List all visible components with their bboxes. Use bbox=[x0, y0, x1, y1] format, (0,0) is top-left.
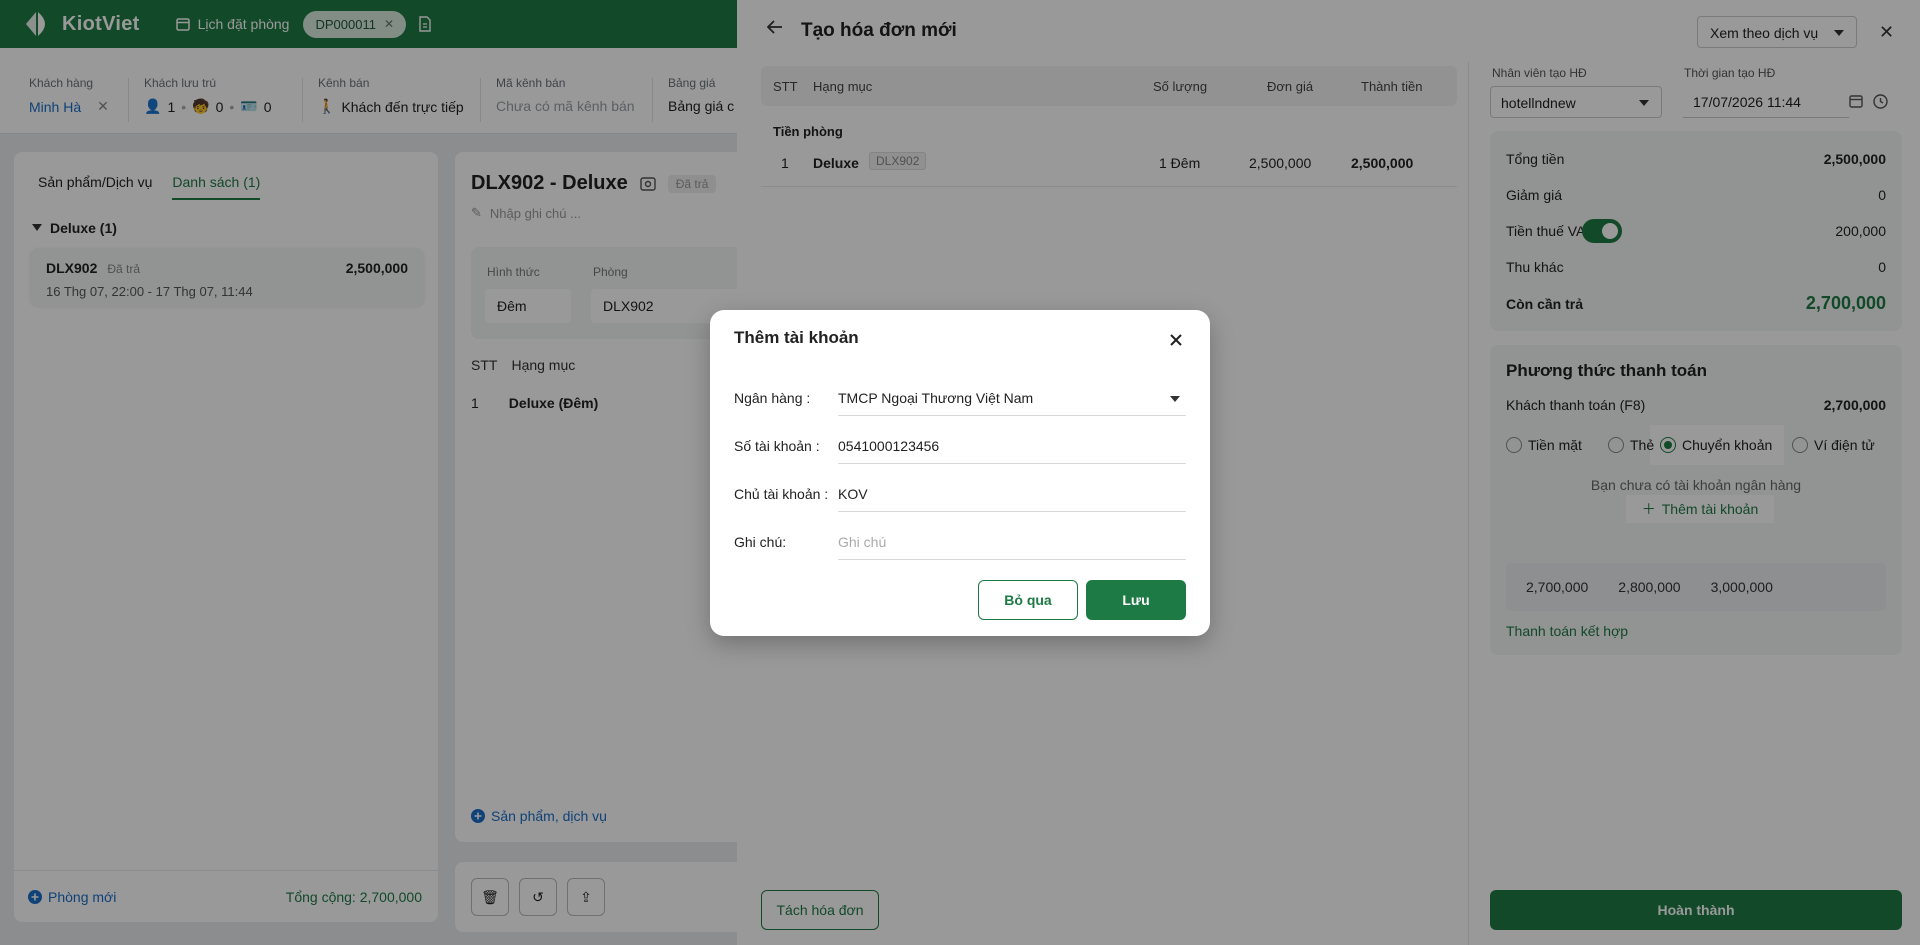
note-row: Ghi chú: Ghi chú bbox=[734, 524, 1186, 560]
note-label: Ghi chú: bbox=[734, 534, 787, 550]
bank-row: Ngân hàng : TMCP Ngoại Thương Việt Nam bbox=[734, 380, 1186, 416]
save-button[interactable]: Lưu bbox=[1086, 580, 1186, 620]
note-input[interactable]: Ghi chú bbox=[838, 524, 1186, 560]
account-holder-input[interactable]: KOV bbox=[838, 476, 1186, 512]
bank-value: TMCP Ngoại Thương Việt Nam bbox=[838, 390, 1034, 406]
bank-select[interactable]: TMCP Ngoại Thương Việt Nam bbox=[838, 380, 1186, 416]
close-icon[interactable] bbox=[1170, 334, 1182, 346]
account-holder-row: Chủ tài khoản : KOV bbox=[734, 476, 1186, 512]
account-holder-label: Chủ tài khoản : bbox=[734, 486, 829, 502]
account-number-row: Số tài khoản : 0541000123456 bbox=[734, 428, 1186, 464]
cancel-button[interactable]: Bỏ qua bbox=[978, 580, 1078, 620]
add-account-dialog: Thêm tài khoản Ngân hàng : TMCP Ngoại Th… bbox=[710, 310, 1210, 636]
dialog-title: Thêm tài khoản bbox=[734, 328, 859, 347]
account-number-input[interactable]: 0541000123456 bbox=[838, 428, 1186, 464]
caret-down-icon bbox=[1170, 396, 1180, 402]
account-number-label: Số tài khoản : bbox=[734, 438, 820, 454]
bank-label: Ngân hàng : bbox=[734, 390, 811, 406]
